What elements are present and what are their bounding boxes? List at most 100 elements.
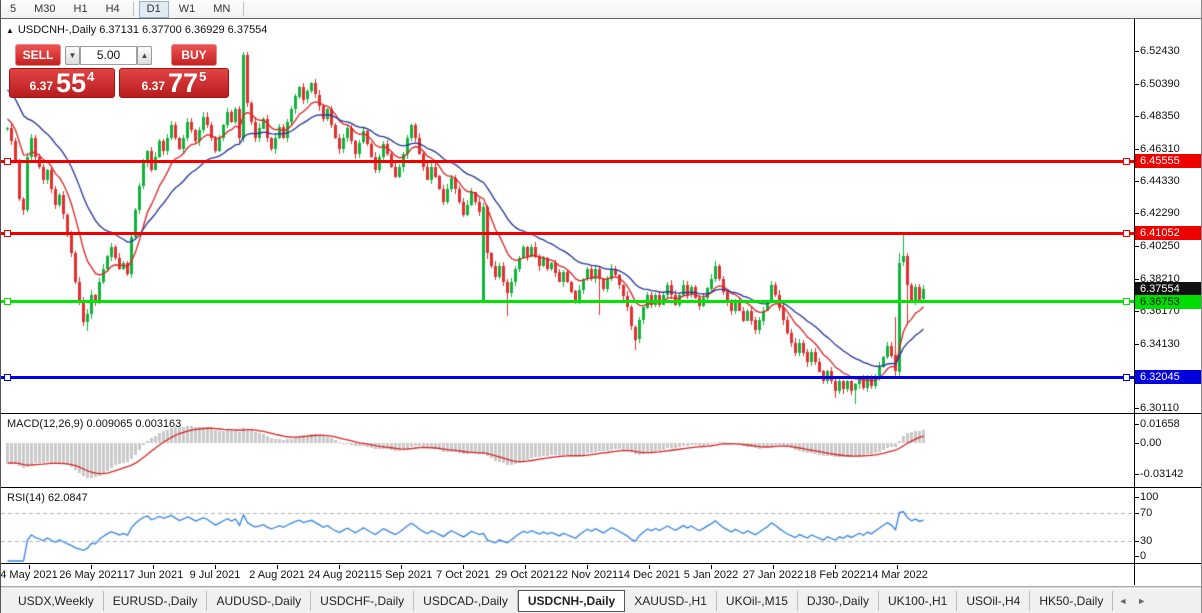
buy-price-big: 77 xyxy=(168,68,199,98)
toolbar-separator xyxy=(243,2,245,16)
symbol-marker-icon: ▲ xyxy=(6,26,14,35)
buy-price-box[interactable]: 6.37 77 5 xyxy=(119,68,229,98)
price-axis-badge: 6.36753 xyxy=(1135,295,1201,309)
rsi-axis-tick xyxy=(1135,497,1139,498)
price-axis-label: 6.50390 xyxy=(1140,78,1180,90)
level-line-handle[interactable] xyxy=(4,298,11,305)
statusbar-groove xyxy=(1,586,1201,588)
price-axis-tick xyxy=(1135,213,1139,214)
sell-button[interactable]: SELL xyxy=(15,44,61,66)
pane-divider xyxy=(1,487,1201,488)
tab-ukoil-m15[interactable]: UKOil-,M15 xyxy=(717,591,798,611)
price-axis-label: 6.52430 xyxy=(1140,45,1180,57)
price-axis-badge: 6.41052 xyxy=(1135,226,1201,240)
timeframe-button-h1[interactable]: H1 xyxy=(66,1,96,18)
rsi-axis-label: 70 xyxy=(1140,507,1153,519)
price-axis-tick xyxy=(1135,149,1139,150)
rsi-axis-label: 30 xyxy=(1140,535,1153,547)
price-axis-tick xyxy=(1135,311,1139,312)
level-line[interactable] xyxy=(1,300,1134,303)
timeframe-button-w1[interactable]: W1 xyxy=(171,1,204,18)
volume-input[interactable]: 5.00 xyxy=(80,46,137,65)
buy-price-pipette: 5 xyxy=(199,69,207,84)
sell-price-box[interactable]: 6.37 55 4 xyxy=(9,68,115,98)
macd-axis-label: -0.03142 xyxy=(1140,468,1184,480)
price-axis-tick xyxy=(1135,279,1139,280)
price-axis-label: 6.44330 xyxy=(1140,175,1180,187)
price-axis-label: 6.40250 xyxy=(1140,240,1180,252)
price-axis-tick xyxy=(1135,408,1139,409)
price-axis-tick xyxy=(1135,84,1139,85)
tab-usoil-h4[interactable]: USOil-,H4 xyxy=(957,591,1031,611)
rsi-axis-tick xyxy=(1135,513,1139,514)
tab-scroll-left-icon[interactable]: ◄ xyxy=(1113,594,1132,608)
macd-axis-tick xyxy=(1135,443,1139,444)
price-axis-tick xyxy=(1135,246,1139,247)
price-axis-badge: 6.37554 xyxy=(1135,282,1201,296)
rsi-axis-tick xyxy=(1135,556,1139,557)
rsi-indicator-label: RSI(14) 62.0847 xyxy=(7,492,88,504)
level-line[interactable] xyxy=(1,160,1134,163)
level-line-handle[interactable] xyxy=(1123,298,1130,305)
tab-audusd-daily[interactable]: AUDUSD-,Daily xyxy=(207,591,312,611)
sell-price-big: 55 xyxy=(56,68,87,98)
macd-axis-tick xyxy=(1135,474,1139,475)
timeframe-button-d1[interactable]: D1 xyxy=(138,0,169,18)
tab-hk50-daily[interactable]: HK50-,Daily xyxy=(1030,591,1114,611)
volume-decrease-button[interactable]: ▼ xyxy=(65,46,80,65)
time-axis-label: 14 Mar 2022 xyxy=(866,569,928,581)
tab-usdx-weekly[interactable]: USDX,Weekly xyxy=(9,591,104,611)
tab-usdcad-daily[interactable]: USDCAD-,Daily xyxy=(414,591,518,611)
timeframe-button-5[interactable]: 5 xyxy=(2,1,24,18)
volume-increase-button[interactable]: ▲ xyxy=(137,46,152,65)
pane-divider xyxy=(1,413,1201,414)
timeframe-button-h4[interactable]: H4 xyxy=(98,1,128,18)
level-line[interactable] xyxy=(1,232,1134,235)
price-axis-label: 6.30110 xyxy=(1140,402,1179,414)
tab-xauusd-h1[interactable]: XAUUSD-,H1 xyxy=(625,591,717,611)
rsi-axis-label: 0 xyxy=(1140,550,1147,562)
price-axis-tick xyxy=(1135,181,1139,182)
pane-divider xyxy=(1,563,1201,564)
level-line-handle[interactable] xyxy=(1123,158,1130,165)
price-axis-badge: 6.32045 xyxy=(1135,370,1201,384)
rsi-axis-tick xyxy=(1135,541,1139,542)
price-axis-tick xyxy=(1135,51,1139,52)
sell-price-prefix: 6.37 xyxy=(29,79,54,93)
price-axis-label: 6.34130 xyxy=(1140,338,1180,350)
macd-axis-label: 0.01658 xyxy=(1140,418,1180,430)
terminal-window: 5 M30 H1 H4 D1 W1 MN ▲ USDCNH-,Daily 6.37131 6.… xyxy=(0,0,1202,613)
timeframe-button-m30[interactable]: M30 xyxy=(26,1,63,18)
level-line-handle[interactable] xyxy=(4,374,11,381)
macd-indicator-label: MACD(12,26,9) 0.009065 0.003163 xyxy=(7,418,182,430)
price-axis-tick xyxy=(1135,116,1139,117)
tab-usdchf-daily[interactable]: USDCHF-,Daily xyxy=(311,591,415,611)
level-line-handle[interactable] xyxy=(1123,230,1130,237)
price-axis-label: 6.48350 xyxy=(1140,110,1180,122)
price-axis-label: 6.42290 xyxy=(1140,207,1180,219)
tab-usdcnh-daily[interactable]: USDCNH-,Daily xyxy=(517,590,626,612)
tab-eurusd-daily[interactable]: EURUSD-,Daily xyxy=(104,591,208,611)
symbol-tab-bar: USDX,Weekly EURUSD-,Daily AUDUSD-,Daily USD… xyxy=(1,589,1201,613)
chart-title: ▲ USDCNH-,Daily 6.37131 6.37700 6.36929 6… xyxy=(6,24,267,36)
tab-dj30-daily[interactable]: DJ30-,Daily xyxy=(798,591,879,611)
toolbar-separator xyxy=(132,2,134,16)
timeframe-toolbar: 5 M30 H1 H4 D1 W1 MN xyxy=(1,0,1201,19)
chart-ohlc-text: USDCNH-,Daily 6.37131 6.37700 6.36929 6.… xyxy=(17,24,268,36)
buy-button[interactable]: BUY xyxy=(171,44,217,66)
level-line[interactable] xyxy=(1,376,1134,379)
tab-scroll-right-icon[interactable]: ► xyxy=(1132,594,1151,608)
macd-axis-label: 0.00 xyxy=(1140,437,1162,449)
rsi-axis-label: 100 xyxy=(1140,491,1159,503)
price-axis-badge: 6.45555 xyxy=(1135,154,1201,168)
price-axis-tick xyxy=(1135,344,1139,345)
rsi-pane-canvas[interactable] xyxy=(1,489,1134,563)
level-line-handle[interactable] xyxy=(4,230,11,237)
tab-uk100-h1[interactable]: UK100-,H1 xyxy=(879,591,958,611)
macd-axis-tick xyxy=(1135,424,1139,425)
sell-price-pipette: 4 xyxy=(87,69,95,84)
buy-price-prefix: 6.37 xyxy=(141,79,166,93)
level-line-handle[interactable] xyxy=(4,158,11,165)
timeframe-button-mn[interactable]: MN xyxy=(205,1,238,18)
level-line-handle[interactable] xyxy=(1123,374,1130,381)
